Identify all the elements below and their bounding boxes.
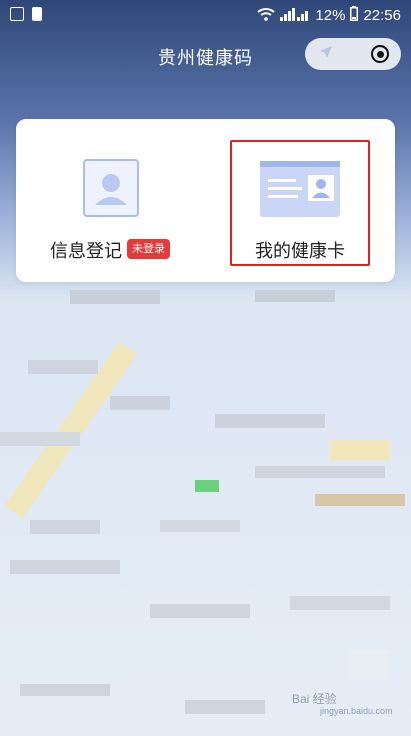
map-label-blur (30, 520, 100, 534)
service-card: 信息登记 未登录 我的健康卡 (16, 119, 395, 282)
map-label-blur (255, 290, 335, 302)
battery-alert-icon (32, 7, 42, 21)
info-register-entry[interactable]: 信息登记 未登录 (16, 119, 206, 282)
location-arrow-icon[interactable] (319, 45, 333, 63)
miniprogram-capsule[interactable] (305, 38, 401, 70)
app-notification-icon (10, 7, 24, 21)
map-label-blur (215, 414, 325, 428)
signal-icon (280, 7, 310, 25)
battery-percent: 12% (315, 7, 346, 24)
face-id-icon (83, 159, 139, 217)
map-label-blur (255, 466, 385, 478)
location-marker[interactable] (195, 480, 219, 492)
wifi-icon (257, 7, 276, 24)
map-label-blur (28, 360, 98, 374)
health-card-icon[interactable] (260, 161, 340, 217)
map-label-blur (290, 596, 390, 610)
map-label-blur (150, 604, 250, 618)
status-bar: 12% 22:56 (0, 0, 411, 30)
baidu-watermark: Bai 经验 jingyan.baidu.com (292, 692, 393, 716)
clock: 22:56 (363, 7, 401, 24)
my-health-card-label[interactable]: 我的健康卡 (255, 237, 345, 263)
map-label-blur (350, 650, 390, 680)
map-label-blur (0, 432, 80, 446)
map-label-blur (20, 684, 110, 696)
info-register-label: 信息登记 (50, 241, 122, 262)
map-label-blur (110, 396, 170, 410)
status-badge: 未登录 (127, 239, 170, 259)
map-label-blur (70, 290, 160, 304)
map-road (330, 440, 390, 460)
map-background[interactable] (0, 0, 411, 736)
map-label-blur (160, 520, 240, 532)
map-label-blur (10, 560, 120, 574)
close-miniprogram-icon[interactable] (371, 45, 389, 63)
battery-icon (350, 6, 359, 25)
map-label-blur (315, 494, 405, 506)
map-label-blur (185, 700, 265, 714)
